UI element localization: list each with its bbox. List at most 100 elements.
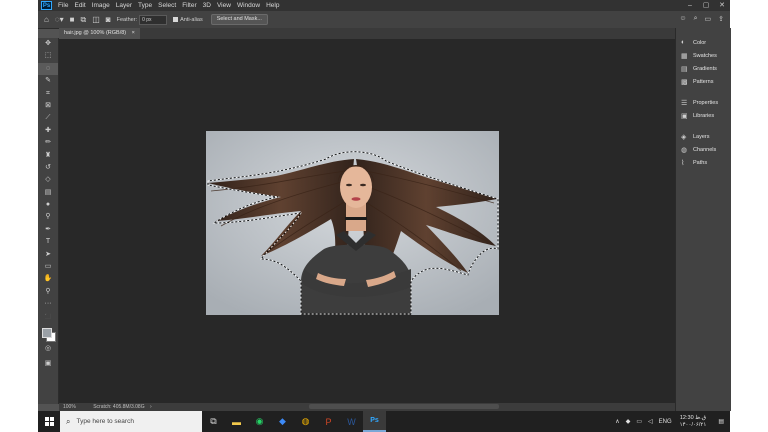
brush-tool-icon[interactable]: ✏ [38, 137, 58, 149]
menu-help[interactable]: Help [266, 0, 279, 11]
zoom-level[interactable]: 100% [63, 404, 76, 410]
rectangle-tool-icon[interactable]: ▭ [38, 261, 58, 273]
foreground-color-swatch[interactable] [42, 328, 52, 338]
chrome-icon[interactable]: ◍ [294, 411, 317, 432]
word-icon[interactable]: W [340, 411, 363, 432]
panel-gradients[interactable]: ▤ Gradients [676, 62, 731, 75]
default-colors-icon[interactable]: ⬛ [38, 311, 58, 323]
lasso-preset-icon[interactable]: ◌▾ [55, 15, 64, 24]
select-and-mask-button[interactable]: Select and Mask... [210, 14, 268, 25]
workspace-icon[interactable]: ▭ [705, 15, 712, 23]
pen-tool-icon[interactable]: ✒ [38, 224, 58, 236]
start-button[interactable] [38, 411, 60, 432]
type-tool-icon[interactable]: T [38, 236, 58, 248]
dropbox-icon[interactable]: ◆ [271, 411, 294, 432]
menu-3d[interactable]: 3D [203, 0, 211, 11]
menu-filter[interactable]: Filter [182, 0, 196, 11]
panel-channels[interactable]: ◍ Channels [676, 143, 731, 156]
marquee-tool-icon[interactable]: ⬚ [38, 50, 58, 62]
powerpoint-icon[interactable]: P [317, 411, 340, 432]
subtract-selection-icon[interactable]: ◫ [92, 15, 100, 24]
notifications-icon[interactable]: ▤ [718, 418, 724, 425]
file-explorer-icon[interactable]: ▬ [225, 411, 248, 432]
blur-tool-icon[interactable]: ● [38, 199, 58, 211]
taskbar-clock[interactable]: 12:30 ق.ظ ۱۴۰۰/۰۶/۲۱ [680, 415, 707, 429]
panel-libraries[interactable]: ▣ Libraries [676, 109, 731, 122]
minimize-icon[interactable]: – [682, 0, 698, 11]
menu-bar: Ps File Edit Image Layer Type Select Fil… [38, 0, 730, 11]
search-icon[interactable]: ⌕ [694, 15, 698, 23]
quick-select-tool-icon[interactable]: ✎ [38, 75, 58, 87]
panel-paths[interactable]: ⌇ Paths [676, 156, 731, 169]
add-selection-icon[interactable]: ⧉ [80, 15, 86, 25]
horizontal-scrollbar[interactable] [309, 404, 499, 409]
more-tools-icon[interactable]: ··· [38, 298, 58, 310]
move-tool-icon[interactable]: ✥ [38, 38, 58, 50]
healing-tool-icon[interactable]: ✚ [38, 125, 58, 137]
status-arrow-icon[interactable]: › [150, 404, 152, 410]
paths-icon: ⌇ [681, 159, 685, 167]
panel-properties[interactable]: ☰ Properties [676, 96, 731, 109]
swatches-icon: ▦ [681, 52, 688, 60]
home-icon[interactable]: ⌂ [44, 15, 49, 24]
menu-view[interactable]: View [217, 0, 231, 11]
document-tab-title: hair.jpg @ 100% (RGB/8) [64, 30, 127, 36]
panel-layers[interactable]: ◈ Layers [676, 130, 731, 143]
taskbar-search[interactable]: ⌕ Type here to search [60, 411, 202, 432]
menu-window[interactable]: Window [237, 0, 260, 11]
screen-mode-icon[interactable]: ▣ [38, 358, 58, 370]
menu-image[interactable]: Image [92, 0, 110, 11]
document-tab[interactable]: hair.jpg @ 100% (RGB/8) × [59, 28, 140, 39]
taskbar-search-placeholder: Type here to search [76, 418, 134, 425]
windows-logo-icon [44, 417, 54, 426]
menu-file[interactable]: File [58, 0, 68, 11]
crop-tool-icon[interactable]: ⌗ [38, 88, 58, 100]
photoshop-taskbar-icon[interactable]: Ps [363, 411, 386, 432]
share-icon[interactable]: ⇪ [718, 15, 724, 23]
portrait-photo [206, 131, 499, 315]
window-controls: – ▢ ✕ [682, 0, 730, 11]
gradient-tool-icon[interactable]: ▤ [38, 187, 58, 199]
history-brush-tool-icon[interactable]: ↺ [38, 162, 58, 174]
frame-tool-icon[interactable]: ⊠ [38, 100, 58, 112]
hand-tool-icon[interactable]: ✋ [38, 273, 58, 285]
task-view-icon[interactable]: ⧉ [202, 411, 225, 432]
panel-color[interactable]: ◐ Color [676, 36, 731, 49]
feather-input[interactable]: 0 px [139, 14, 168, 25]
eraser-tool-icon[interactable]: ◇ [38, 174, 58, 186]
gradients-icon: ▤ [681, 65, 688, 73]
close-tab-icon[interactable]: × [132, 30, 135, 36]
tray-chevron-icon[interactable]: ∧ [615, 418, 619, 425]
network-icon[interactable]: ▭ [636, 418, 642, 425]
volume-icon[interactable]: ◁ [648, 418, 653, 425]
dodge-tool-icon[interactable]: ⚲ [38, 211, 58, 223]
document-image[interactable] [206, 131, 499, 315]
system-tray: ∧ ◆ ▭ ◁ ENG 12:30 ق.ظ ۱۴۰۰/۰۶/۲۱ ▤ [609, 411, 730, 432]
quick-mask-icon[interactable]: ◎ [38, 343, 58, 355]
menu-type[interactable]: Type [138, 0, 152, 11]
language-indicator[interactable]: ENG [659, 419, 672, 425]
close-icon[interactable]: ✕ [714, 0, 730, 11]
path-select-tool-icon[interactable]: ➤ [38, 249, 58, 261]
maximize-icon[interactable]: ▢ [698, 0, 714, 11]
menu-edit[interactable]: Edit [74, 0, 85, 11]
zoom-tool-icon[interactable]: ⚲ [38, 286, 58, 298]
panel-swatches[interactable]: ▦ Swatches [676, 49, 731, 62]
menu-layer[interactable]: Layer [116, 0, 132, 11]
dropbox-tray-icon[interactable]: ◆ [626, 418, 631, 425]
intersect-selection-icon[interactable]: ◙ [106, 15, 111, 24]
photoshop-window: Ps File Edit Image Layer Type Select Fil… [38, 0, 730, 432]
eyedropper-tool-icon[interactable]: ⟋ [38, 112, 58, 124]
clock-date: ۱۴۰۰/۰۶/۲۱ [679, 421, 707, 428]
options-bar: ⌂ ◌▾ ■ ⧉ ◫ ◙ Feather: 0 px Anti-alias Se… [38, 11, 730, 29]
scratch-info[interactable]: Scratch: 405.8M/3.08G [93, 404, 144, 410]
whatsapp-icon[interactable]: ◉ [248, 411, 271, 432]
lasso-tool-icon[interactable]: ◌ [38, 62, 58, 76]
stamp-tool-icon[interactable]: ♜ [38, 150, 58, 162]
antialias-checkbox[interactable] [173, 17, 179, 22]
color-icon: ◐ [681, 39, 686, 46]
profile-icon[interactable]: ☺ [679, 15, 686, 23]
panel-patterns[interactable]: ▩ Patterns [676, 75, 731, 88]
new-selection-icon[interactable]: ■ [70, 15, 75, 24]
menu-select[interactable]: Select [158, 0, 176, 11]
